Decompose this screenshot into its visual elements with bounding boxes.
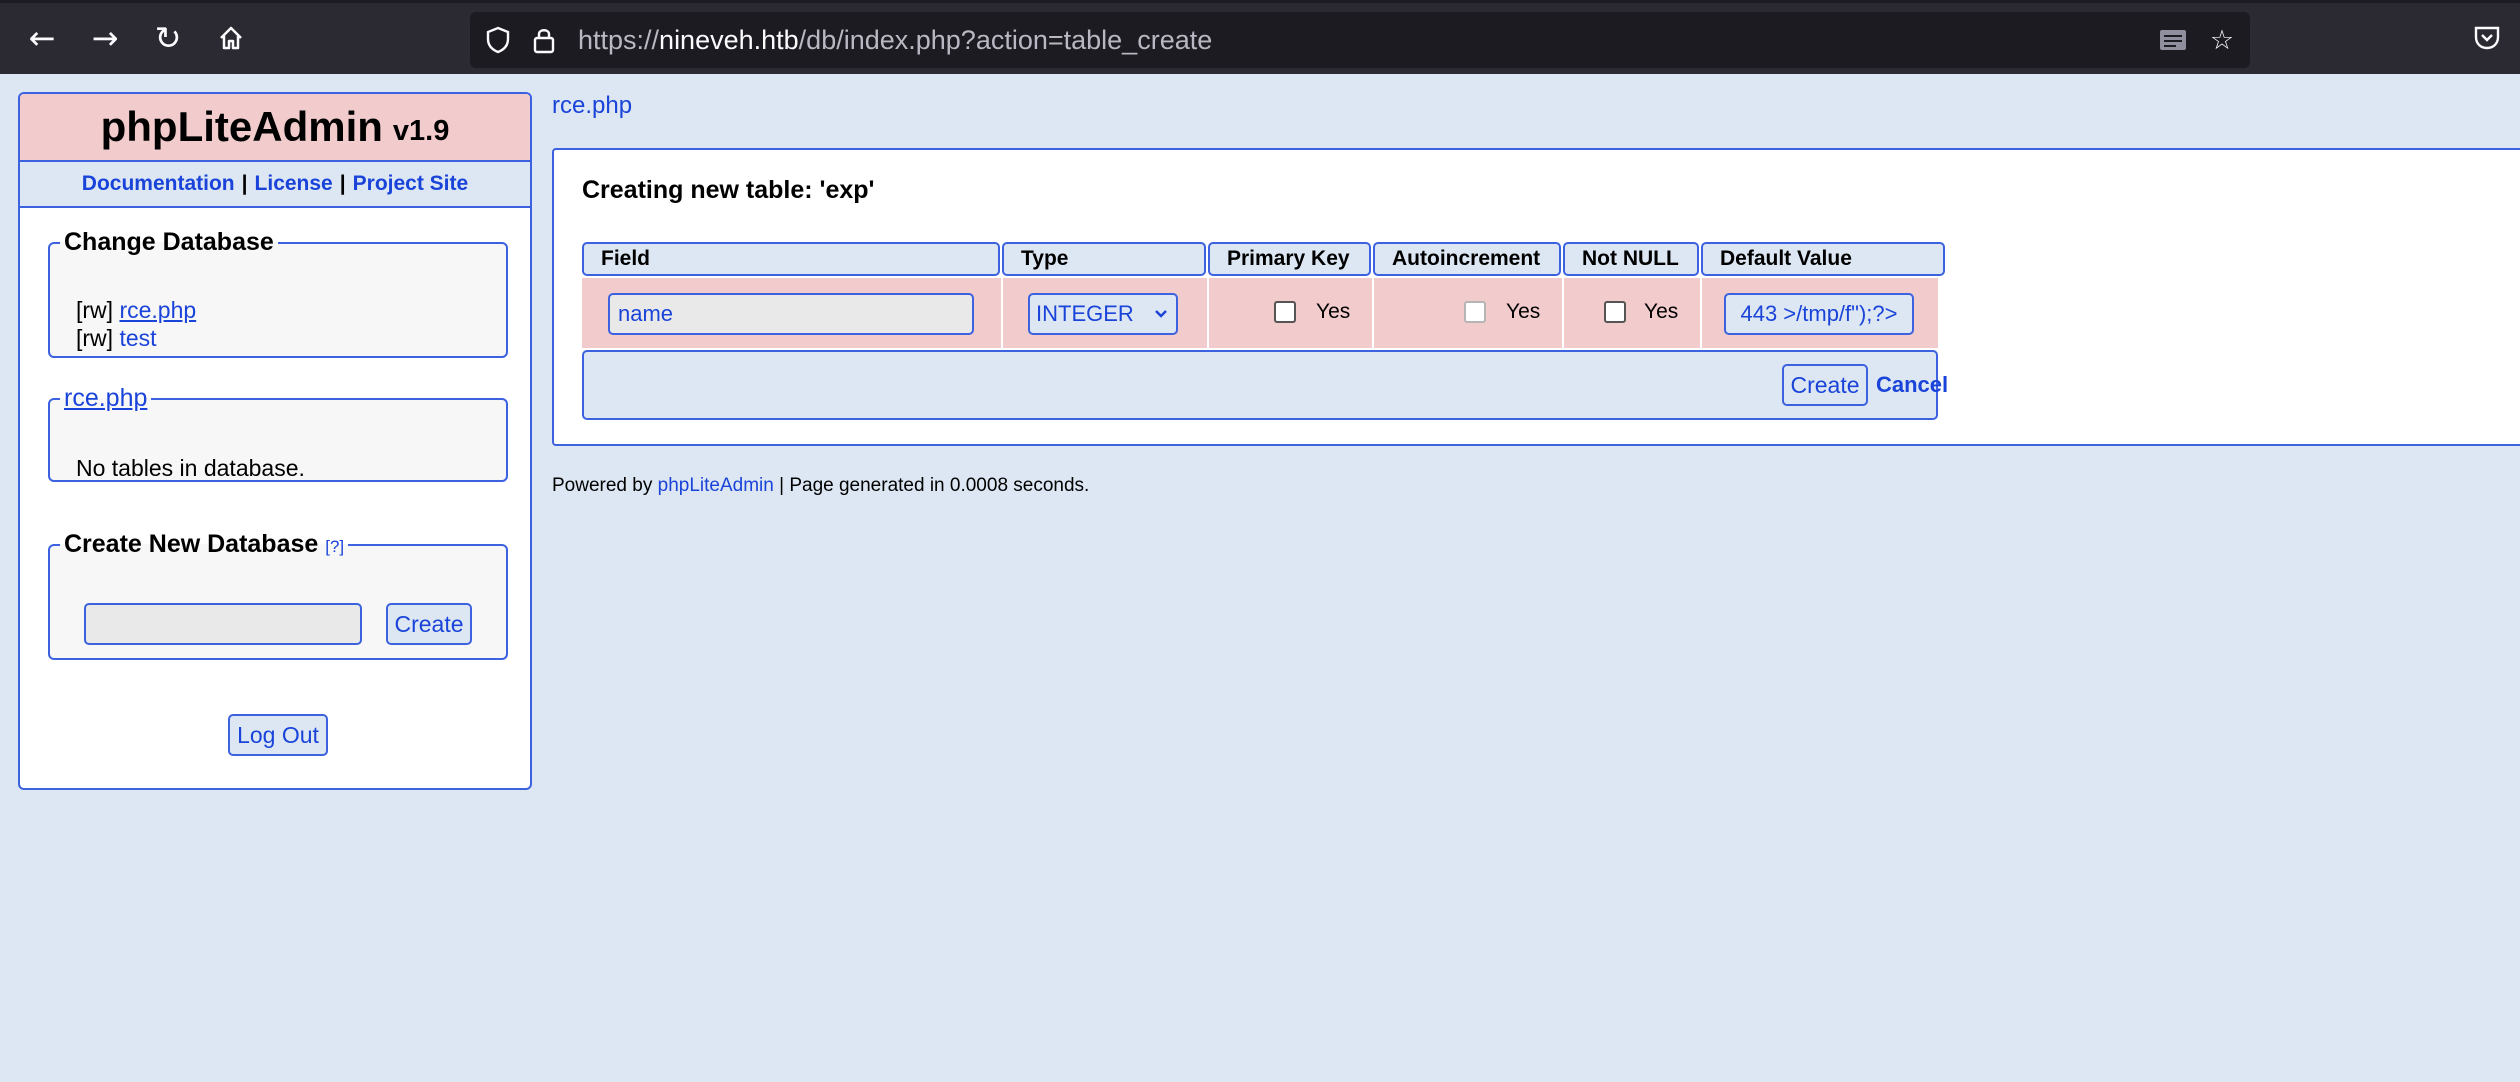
column-header-autoincrement: Autoincrement	[1373, 242, 1561, 276]
browser-toolbar: ← → ↻ https://nineveh.htb/db/index.php?a…	[0, 0, 2520, 74]
field-name-input[interactable]: name	[608, 293, 974, 335]
star-icon[interactable]: ☆	[2202, 20, 2242, 60]
breadcrumb[interactable]: rce.php	[552, 92, 632, 120]
url-scheme: https://	[578, 25, 660, 55]
footer: Powered by phpLiteAdmin | Page generated…	[552, 475, 1089, 497]
create-database-title: Create New Database	[64, 530, 319, 558]
link-separator: |	[339, 172, 346, 195]
not-null-checkbox[interactable]	[1604, 301, 1626, 323]
autoincrement-checkbox[interactable]	[1464, 301, 1486, 323]
no-tables-message: No tables in database.	[76, 455, 305, 481]
column-divider	[1700, 278, 1702, 348]
sidebar: phpLiteAdmin v1.9 Documentation | Licens…	[18, 92, 532, 790]
help-link[interactable]: [?]	[325, 537, 344, 556]
create-database-box: Create New Database [?] Create	[48, 530, 508, 660]
create-database-button[interactable]: Create	[386, 603, 472, 645]
app-header: phpLiteAdmin v1.9	[20, 94, 530, 162]
database-item: [rw] rce.php	[76, 297, 196, 324]
type-select[interactable]: INTEGER	[1028, 293, 1178, 335]
column-header-primary-key: Primary Key	[1208, 242, 1371, 276]
url-host: nineveh.htb	[659, 25, 799, 55]
footer-phpliteadmin-link[interactable]: phpLiteAdmin	[658, 475, 774, 496]
column-header-default-value: Default Value	[1701, 242, 1945, 276]
not-null-label: Yes	[1644, 300, 1679, 323]
create-database-legend: Create New Database [?]	[60, 530, 348, 559]
link-separator: |	[241, 172, 248, 195]
column-divider	[1372, 278, 1374, 348]
default-value-input[interactable]: 443 >/tmp/f");?>	[1724, 293, 1914, 335]
tables-legend: rce.php	[60, 384, 151, 413]
logout-button[interactable]: Log Out	[228, 714, 328, 756]
footer-suffix: | Page generated in 0.0008 seconds.	[779, 475, 1090, 496]
documentation-link[interactable]: Documentation	[82, 172, 235, 196]
lock-icon[interactable]	[524, 20, 564, 60]
app-name: phpLiteAdmin	[100, 103, 383, 150]
form-actions: Create Cancel	[582, 350, 1948, 420]
column-divider	[1001, 278, 1003, 348]
column-divider	[1207, 278, 1209, 348]
column-header-not-null: Not NULL	[1563, 242, 1699, 276]
primary-key-checkbox[interactable]	[1274, 301, 1296, 323]
database-link-rce[interactable]: rce.php	[119, 297, 196, 323]
pocket-icon[interactable]	[2465, 16, 2509, 60]
cancel-link[interactable]: Cancel	[1876, 352, 1948, 418]
tables-box: rce.php No tables in database.	[48, 384, 508, 482]
back-arrow-icon[interactable]: ←	[20, 16, 64, 60]
page-title: Creating new table: 'exp'	[582, 176, 875, 204]
create-table-button[interactable]: Create	[1782, 364, 1868, 406]
chevron-down-icon	[1155, 310, 1167, 318]
reader-mode-icon[interactable]	[2153, 20, 2193, 60]
type-select-value: INTEGER	[1036, 301, 1134, 326]
reload-icon[interactable]: ↻	[146, 16, 190, 60]
autoincrement-label: Yes	[1506, 300, 1541, 323]
database-mode: [rw]	[76, 297, 114, 323]
url-path: /db/index.php?action=table_create	[798, 25, 1213, 55]
license-link[interactable]: License	[255, 172, 333, 196]
app-version: v1.9	[392, 114, 450, 147]
current-database-link[interactable]: rce.php	[64, 384, 147, 412]
project-site-link[interactable]: Project Site	[353, 172, 469, 196]
forward-arrow-icon[interactable]: →	[83, 16, 127, 60]
column-header-type: Type	[1002, 242, 1206, 276]
database-item: [rw] test	[76, 325, 157, 352]
url-text[interactable]: https://nineveh.htb/db/index.php?action=…	[578, 25, 1212, 56]
change-database-legend: Change Database	[64, 228, 274, 256]
database-link-test[interactable]: test	[119, 325, 156, 351]
create-table-panel: Creating new table: 'exp' Field Type Pri…	[552, 148, 2520, 446]
footer-prefix: Powered by	[552, 475, 653, 496]
shield-icon[interactable]	[478, 20, 518, 60]
change-database-box: Change Database [rw] rce.php [rw] test	[48, 228, 508, 358]
sidebar-links: Documentation | License | Project Site	[20, 162, 530, 208]
column-header-field: Field	[582, 242, 1000, 276]
address-bar[interactable]: https://nineveh.htb/db/index.php?action=…	[470, 12, 2250, 68]
home-icon[interactable]	[209, 16, 253, 60]
primary-key-label: Yes	[1316, 300, 1351, 323]
column-divider	[1562, 278, 1564, 348]
new-database-input[interactable]	[84, 603, 362, 645]
database-mode: [rw]	[76, 325, 114, 351]
